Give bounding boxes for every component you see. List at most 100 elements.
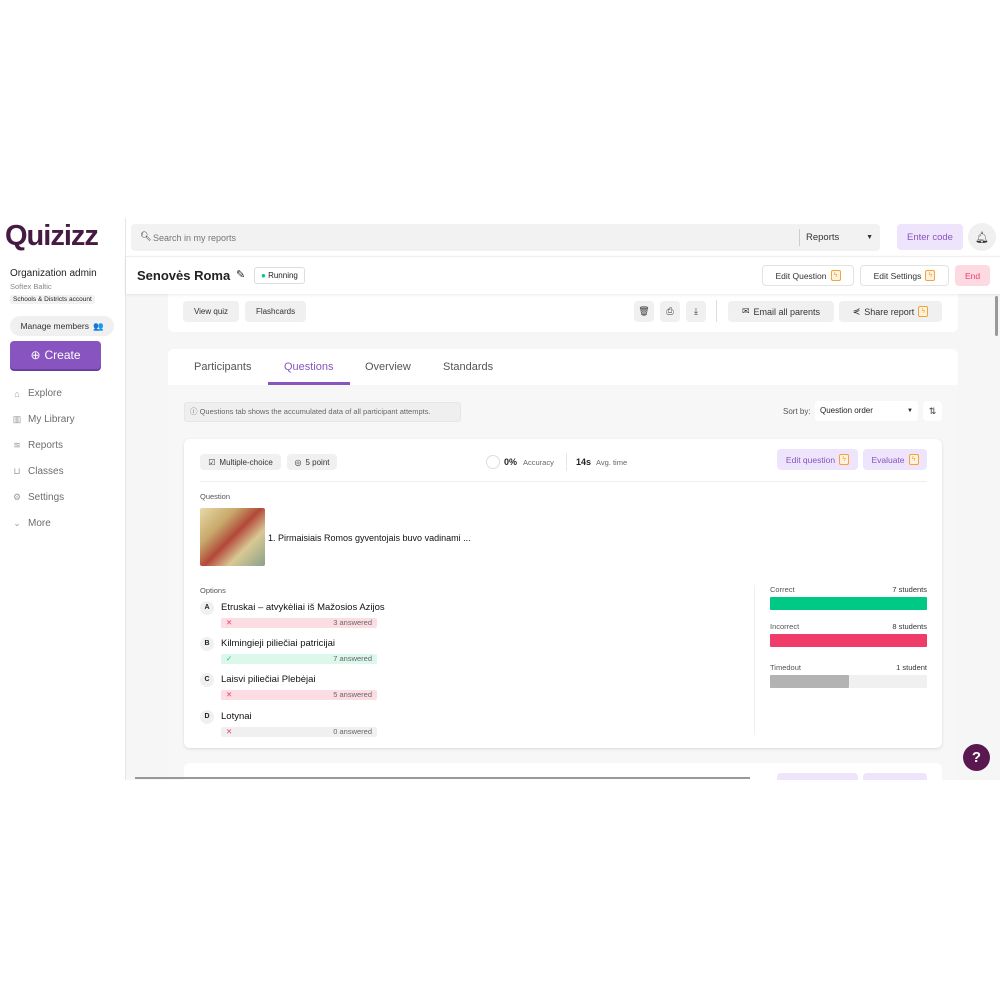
sidebar-item-settings[interactable]: ⚙ Settings (12, 492, 64, 503)
role: Organization admin (10, 268, 97, 279)
horizontal-scrollbar[interactable] (135, 777, 750, 779)
answered-count: 0 answered (333, 727, 372, 736)
search-icon: 🔍︎ (140, 231, 152, 241)
sort-direction-icon[interactable]: ⇅ (923, 401, 942, 421)
question-text: 1. Pirmaisiais Romos gyventojais buvo va… (268, 533, 471, 543)
tab-standards[interactable]: Standards (443, 361, 493, 373)
account-badge: Schools & Districts account (10, 295, 95, 304)
question-type-badge: ☑ Multiple-choice (200, 454, 281, 470)
cross-icon: ✕ (226, 727, 233, 736)
option-letter: D (200, 710, 214, 724)
bell-icon[interactable]: 🔔︎ (968, 223, 996, 251)
avg-time-value: 14s (576, 457, 592, 467)
delete-icon[interactable]: 🗑︎ (634, 301, 654, 322)
evaluate-label: Evaluate (871, 454, 905, 465)
points-badge: ◎ 5 point (287, 454, 337, 470)
question-section-label: Question (200, 492, 231, 501)
stat-value: 1 student (896, 663, 927, 672)
sidebar-item-reports[interactable]: ≊ Reports (12, 440, 63, 451)
settings-icon: ⚙ (12, 492, 22, 502)
search-bar: 🔍︎ Reports ▼ (131, 224, 880, 251)
option-letter: C (200, 673, 214, 687)
sort-value: Question order (820, 406, 873, 415)
end-button[interactable]: End (955, 265, 990, 286)
stat-track (770, 675, 927, 688)
email-parents-button[interactable]: ✉ Email all parents (728, 301, 834, 322)
sidebar-item-explore[interactable]: ⌂ Explore (12, 388, 62, 399)
edit-settings-button[interactable]: Edit Settings ϟ (860, 265, 949, 286)
edit-question-label: Edit question (785, 454, 836, 465)
edit-question-button[interactable] (777, 773, 858, 780)
sidebar-item-my-library[interactable]: ▥ My Library (12, 414, 75, 425)
option-text: Laisvi piliečiai Plebėjai (221, 674, 316, 685)
tab-overview[interactable]: Overview (365, 361, 411, 373)
mail-icon: ✉ (741, 306, 750, 316)
question-type: Multiple-choice (219, 457, 273, 467)
accuracy-ring-icon (486, 455, 500, 469)
help-button[interactable]: ? (963, 744, 990, 771)
sidebar-item-more[interactable]: ⌄ More (12, 518, 51, 529)
share-report-label: Share report (864, 306, 915, 317)
report-tabs-card: Participants Questions Overview Standard… (168, 349, 958, 780)
divider (716, 300, 717, 322)
stat-fill (770, 597, 927, 610)
divider (200, 481, 927, 482)
sidebar-item-classes[interactable]: ⊔ Classes (12, 466, 63, 477)
divider (754, 585, 755, 735)
bolt-icon: ϟ (830, 270, 841, 281)
stat-fill (770, 634, 927, 647)
stat-label: Correct (770, 585, 795, 594)
flashcards-button[interactable]: Flashcards (245, 301, 306, 322)
manage-members-button[interactable]: Manage members 👥 (10, 316, 114, 336)
cross-icon: ✕ (226, 690, 233, 699)
page-title: Senovės Roma (137, 268, 231, 283)
enter-code-button[interactable]: Enter code (897, 224, 963, 250)
option-answer-bar: ✕ 3 answered (221, 618, 377, 628)
search-input[interactable] (153, 229, 793, 246)
edit-settings-label: Edit Settings (873, 270, 922, 281)
caret-down-icon: ▼ (866, 234, 873, 241)
evaluate-button[interactable] (863, 773, 927, 780)
bolt-icon: ϟ (908, 454, 919, 465)
points: 5 point (305, 457, 330, 467)
divider (566, 453, 567, 471)
tab-questions[interactable]: Questions (284, 361, 334, 373)
logo: Quizizz (5, 220, 99, 252)
sidebar-item-label: Reports (28, 440, 64, 451)
share-report-button[interactable]: ⋞ Share report ϟ (839, 301, 942, 322)
option-text: Etruskai – atvykėliai iš Mažosios Azijos (221, 602, 385, 613)
classes-icon: ⊔ (13, 466, 21, 476)
bolt-icon: ϟ (839, 454, 850, 465)
answered-count: 7 answered (333, 654, 372, 663)
edit-question-button[interactable]: Edit question ϟ (777, 449, 858, 470)
tab-participants[interactable]: Participants (194, 361, 251, 373)
scope-value: Reports (806, 232, 840, 243)
sidebar: Quizizz Organization admin Softex Baltic… (0, 218, 126, 780)
edit-question-header-button[interactable]: Edit Question ϟ (762, 265, 854, 286)
edit-question-label: Edit Question (775, 270, 827, 281)
option-answer-bar: ✕ 5 answered (221, 690, 377, 700)
edit-title-icon[interactable]: ✎ (236, 268, 245, 281)
option-answer-bar: ✓ 7 answered (221, 654, 377, 664)
stat-track (770, 634, 927, 647)
check-icon: ✓ (226, 654, 233, 663)
answered-count: 3 answered (333, 618, 372, 627)
print-icon[interactable]: ⎙ (660, 301, 680, 322)
email-parents-label: Email all parents (753, 306, 821, 317)
download-icon[interactable]: ⤓ (686, 301, 706, 322)
sort-select[interactable]: Question order ▼ (815, 401, 918, 421)
status-text: Running (268, 271, 298, 280)
evaluate-button[interactable]: Evaluate ϟ (863, 449, 927, 470)
view-quiz-button[interactable]: View quiz (183, 301, 239, 322)
create-button[interactable]: ⊕ Create (10, 341, 101, 369)
sidebar-item-label: More (28, 518, 51, 529)
org-name: Softex Baltic (10, 282, 52, 291)
chevron-down-icon: ⌄ (13, 518, 21, 528)
caret-down-icon: ▼ (907, 408, 913, 414)
sidebar-item-label: Settings (28, 492, 65, 503)
option-text: Kilmingieji piliečiai patricijai (221, 638, 336, 649)
library-icon: ▥ (12, 414, 22, 424)
scope-select[interactable]: Reports ▼ (799, 229, 879, 246)
scrollbar[interactable] (995, 296, 998, 336)
question-image (200, 508, 265, 566)
